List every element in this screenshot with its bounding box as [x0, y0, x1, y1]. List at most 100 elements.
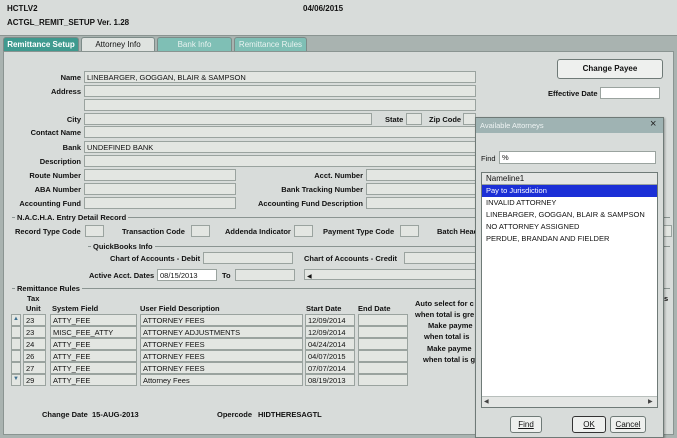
list-item[interactable]: PERDUE, BRANDAN AND FIELDER — [482, 233, 657, 245]
close-icon[interactable]: × — [650, 118, 656, 130]
dialog-cancel-button[interactable]: Cancel — [610, 416, 646, 433]
tab-remittance-rules[interactable]: Remittance Rules — [234, 37, 307, 51]
rule-unit[interactable]: 29 — [23, 374, 46, 386]
aba-number-field[interactable] — [84, 183, 236, 195]
dialog-find-button[interactable]: Find — [510, 416, 542, 433]
payment-type-label: Payment Type Code — [323, 227, 395, 236]
rule-start-date[interactable]: 04/24/2014 — [305, 338, 355, 350]
effective-date-field[interactable] — [600, 87, 660, 99]
tax-header: Tax — [27, 294, 40, 303]
find-input[interactable]: % — [499, 151, 656, 164]
address-label: Address — [50, 87, 81, 96]
rule-end-date[interactable] — [358, 326, 408, 338]
rule-user-field[interactable]: ATTORNEY FEES — [140, 314, 303, 326]
contact-name-field[interactable] — [84, 126, 476, 138]
effective-date-label: Effective Date — [548, 89, 598, 98]
rule-user-field[interactable]: ATTORNEY FEES — [140, 350, 303, 362]
accounting-fund-label: Accounting Fund — [19, 199, 81, 208]
coa-credit-field[interactable] — [404, 252, 476, 264]
rule-unit[interactable]: 23 — [23, 314, 46, 326]
accounting-fund-desc-field[interactable] — [366, 197, 476, 209]
auto-select-label-2: when total is gre — [415, 310, 475, 319]
rule-user-field[interactable]: Attorney Fees — [140, 374, 303, 386]
transaction-code-field[interactable] — [191, 225, 210, 237]
auto-select-label: Auto select for c — [415, 299, 474, 308]
rule-end-date[interactable] — [358, 350, 408, 362]
rule-user-field[interactable]: ATTORNEY FEES — [140, 362, 303, 374]
rule-system-field[interactable]: ATTY_FEE — [50, 350, 137, 362]
row-indicator[interactable] — [11, 338, 21, 350]
city-label: City — [66, 115, 81, 124]
record-type-field[interactable] — [85, 225, 104, 237]
coa-debit-label: Chart of Accounts - Debit — [110, 254, 201, 263]
payment-type-field[interactable] — [400, 225, 419, 237]
dialog-titlebar[interactable]: Available Attorneys × — [476, 118, 663, 133]
rule-start-date[interactable]: 12/09/2014 — [305, 314, 355, 326]
record-type-label: Record Type Code — [15, 227, 81, 236]
addenda-field[interactable] — [294, 225, 313, 237]
qb-horizontal-scrollbar[interactable]: ◀ — [304, 269, 476, 280]
scroll-right-icon[interactable]: ▶ — [648, 398, 653, 405]
rule-unit[interactable]: 24 — [23, 338, 46, 350]
rule-system-field[interactable]: ATTY_FEE — [50, 314, 137, 326]
rule-unit[interactable]: 26 — [23, 350, 46, 362]
dialog-cancel-button-label: Cancel — [615, 420, 641, 429]
row-indicator[interactable] — [11, 350, 21, 362]
rule-system-field[interactable]: ATTY_FEE — [50, 338, 137, 350]
city-field[interactable] — [84, 113, 372, 125]
rule-system-field[interactable]: MISC_FEE_ATTY — [50, 326, 137, 338]
rule-start-date[interactable]: 04/07/2015 — [305, 350, 355, 362]
rule-unit[interactable]: 27 — [23, 362, 46, 374]
description-field[interactable] — [84, 155, 476, 167]
bank-field[interactable]: UNDEFINED BANK — [84, 141, 476, 153]
tab-bank-info[interactable]: Bank Info — [157, 37, 232, 51]
acct-number-field[interactable] — [366, 169, 476, 181]
attorney-list[interactable]: Nameline1 Pay to Jurisdiction INVALID ATT… — [481, 172, 658, 408]
row-indicator[interactable] — [11, 326, 21, 338]
row-indicator[interactable] — [11, 362, 21, 374]
rule-unit[interactable]: 23 — [23, 326, 46, 338]
route-number-field[interactable] — [84, 169, 236, 181]
rule-end-date[interactable] — [358, 362, 408, 374]
batch-head-label: Batch Head — [437, 227, 479, 236]
active-from-field[interactable]: 08/15/2013 — [157, 269, 217, 281]
aba-number-label: ABA Number — [34, 185, 81, 194]
list-item[interactable]: NO ATTORNEY ASSIGNED — [482, 221, 657, 233]
rule-end-date[interactable] — [358, 314, 408, 326]
rules-title: Remittance Rules — [15, 284, 82, 293]
scroll-up-icon[interactable]: ▲ — [11, 314, 21, 326]
active-to-field[interactable] — [235, 269, 295, 281]
dialog-ok-button[interactable]: OK — [572, 416, 606, 433]
change-payee-button[interactable]: Change Payee — [557, 59, 663, 79]
rule-system-field[interactable]: ATTY_FEE — [50, 362, 137, 374]
address-line-2[interactable] — [84, 99, 476, 111]
tab-attorney-info[interactable]: Attorney Info — [81, 37, 155, 51]
tab-remittance-setup[interactable]: Remittance Setup — [3, 37, 79, 51]
list-item[interactable]: Pay to Jurisdiction — [482, 185, 657, 197]
rule-start-date[interactable]: 08/19/2013 — [305, 374, 355, 386]
scroll-left-icon[interactable]: ◀ — [484, 398, 489, 405]
bank-tracking-field[interactable] — [366, 183, 476, 195]
state-field[interactable] — [406, 113, 422, 125]
app-header: HCTLV2 04/06/2015 ACTGL_REMIT_SETUP Ver.… — [0, 0, 677, 36]
list-item[interactable]: LINEBARGER, GOGGAN, BLAIR & SAMPSON — [482, 209, 657, 221]
rule-end-date[interactable] — [358, 374, 408, 386]
column-header-nameline1[interactable]: Nameline1 — [482, 173, 657, 185]
rule-user-field[interactable]: ATTORNEY FEES — [140, 338, 303, 350]
address-line-1[interactable] — [84, 85, 476, 97]
rule-end-date[interactable] — [358, 338, 408, 350]
list-horizontal-scrollbar[interactable]: ◀ ▶ — [482, 396, 657, 407]
rule-user-field[interactable]: ATTORNEY ADJUSTMENTS — [140, 326, 303, 338]
scroll-left-icon[interactable]: ◀ — [307, 274, 312, 279]
rule-start-date[interactable]: 12/09/2014 — [305, 326, 355, 338]
rule-system-field[interactable]: ATTY_FEE — [50, 374, 137, 386]
scroll-down-icon[interactable]: ▼ — [11, 374, 21, 386]
coa-debit-field[interactable] — [203, 252, 293, 264]
accounting-fund-field[interactable] — [84, 197, 236, 209]
name-field[interactable]: LINEBARGER, GOGGAN, BLAIR & SAMPSON — [84, 71, 476, 83]
contact-name-label: Contact Name — [30, 128, 81, 137]
list-item[interactable]: INVALID ATTORNEY — [482, 197, 657, 209]
available-attorneys-dialog: Available Attorneys × Find % Nameline1 P… — [475, 117, 664, 438]
dialog-title: Available Attorneys — [480, 121, 544, 130]
rule-start-date[interactable]: 07/07/2014 — [305, 362, 355, 374]
